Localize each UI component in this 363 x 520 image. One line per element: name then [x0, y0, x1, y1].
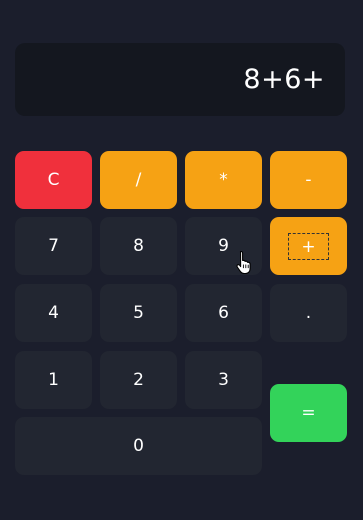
clear-button-label: C	[47, 170, 60, 190]
digit-0-button[interactable]: 0	[15, 417, 262, 475]
digit-9-label: 9	[218, 236, 229, 256]
equals-button-label: =	[301, 403, 316, 423]
digit-0-label: 0	[133, 436, 144, 456]
digit-2-label: 2	[133, 370, 144, 390]
digit-1-button[interactable]: 1	[15, 351, 92, 409]
add-button-label: +	[288, 232, 329, 260]
digit-1-label: 1	[48, 370, 59, 390]
multiply-button-label: *	[219, 170, 228, 190]
digit-4-label: 4	[48, 303, 59, 323]
divide-button-label: /	[135, 170, 142, 190]
digit-3-button[interactable]: 3	[185, 351, 262, 409]
digit-5-label: 5	[133, 303, 144, 323]
hand-pointer-icon	[236, 250, 251, 274]
subtract-button-label: -	[305, 170, 312, 190]
subtract-button[interactable]: -	[270, 151, 347, 209]
digit-4-button[interactable]: 4	[15, 284, 92, 342]
digit-6-label: 6	[218, 303, 229, 323]
digit-2-button[interactable]: 2	[100, 351, 177, 409]
add-button[interactable]: +	[270, 217, 347, 275]
digit-7-label: 7	[48, 236, 59, 256]
equals-button[interactable]: =	[270, 384, 347, 442]
digit-3-label: 3	[218, 370, 229, 390]
digit-8-label: 8	[133, 236, 144, 256]
display-expression: 8+6+	[243, 64, 325, 95]
divide-button[interactable]: /	[100, 151, 177, 209]
calculator-display: 8+6+	[15, 43, 345, 116]
digit-6-button[interactable]: 6	[185, 284, 262, 342]
digit-8-button[interactable]: 8	[100, 217, 177, 275]
decimal-button-label: .	[305, 303, 312, 323]
digit-7-button[interactable]: 7	[15, 217, 92, 275]
clear-button[interactable]: C	[15, 151, 92, 209]
multiply-button[interactable]: *	[185, 151, 262, 209]
digit-5-button[interactable]: 5	[100, 284, 177, 342]
decimal-button[interactable]: .	[270, 284, 347, 342]
